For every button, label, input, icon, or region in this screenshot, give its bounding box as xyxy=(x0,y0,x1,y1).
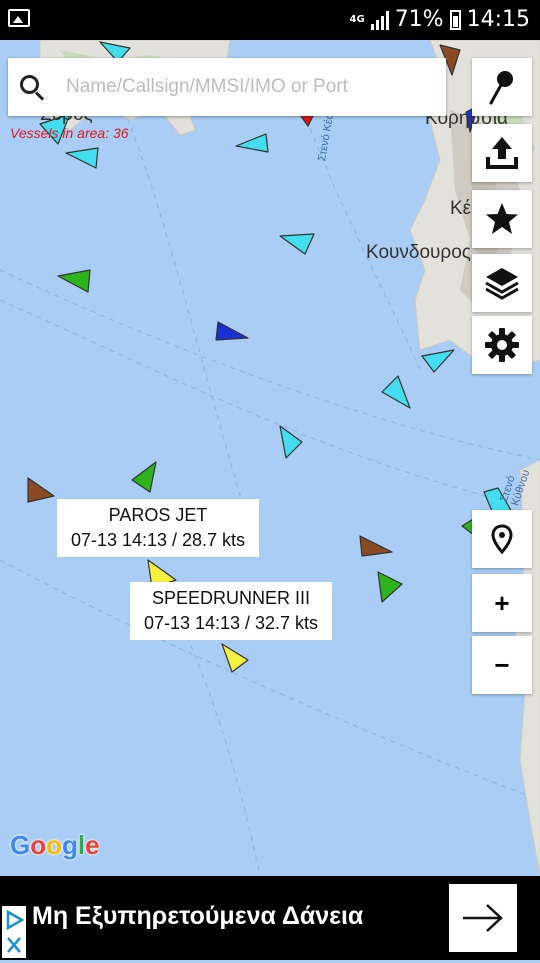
vessel-marker-passenger xyxy=(279,425,303,459)
star-icon xyxy=(486,203,518,234)
ad-title[interactable]: Μη Εξυπηρετούμενα Δάνεια xyxy=(32,902,363,931)
vessel-marker-cargo xyxy=(57,269,91,293)
vessel-marker-passenger xyxy=(421,349,455,373)
ad-open-button[interactable] xyxy=(449,884,517,952)
arrow-right-icon xyxy=(463,904,503,932)
settings-button[interactable] xyxy=(472,316,532,374)
zoom-out-button[interactable]: − xyxy=(472,636,532,694)
my-location-button[interactable] xyxy=(472,510,532,568)
vessel-marker-cargo xyxy=(131,461,157,493)
vessel-marker-passenger xyxy=(235,133,269,153)
layers-icon xyxy=(485,268,519,300)
gear-icon xyxy=(485,328,519,362)
vessel-name: PAROS JET xyxy=(108,505,208,525)
search-icon[interactable] xyxy=(8,58,64,116)
ad-choices[interactable] xyxy=(2,906,26,958)
vessel-label-paros-jet[interactable]: PAROS JET 07-13 14:13 / 28.7 kts xyxy=(57,499,259,557)
vessel-label-speedrunner-iii[interactable]: SPEEDRUNNER III 07-13 14:13 / 32.7 kts xyxy=(130,582,332,640)
share-upload-icon xyxy=(486,137,518,169)
battery-icon xyxy=(449,9,461,30)
vessel-info: 07-13 14:13 / 28.7 kts xyxy=(70,530,246,550)
place-label-koundouros: Κουνδουρος xyxy=(366,242,471,263)
zoom-in-button[interactable]: + xyxy=(472,574,532,632)
network-type: 4G xyxy=(349,13,365,25)
search-bar[interactable] xyxy=(8,58,446,116)
vessel-marker-passenger xyxy=(381,375,411,409)
map-view[interactable]: Σύρος Κορησσία Κέα Κουνδουρος Στενό Κέας… xyxy=(0,40,540,876)
ad-banner[interactable]: Μη Εξυπηρετούμενα Δάνεια xyxy=(0,876,540,960)
google-logo: Google xyxy=(10,830,100,860)
battery-percent: 71% xyxy=(394,7,444,32)
vessel-marker-cargo xyxy=(377,571,403,603)
vessel-marker-passenger xyxy=(65,147,99,169)
vessel-marker-tanker xyxy=(359,535,393,557)
pin-icon xyxy=(489,71,513,105)
signal-icon xyxy=(370,10,389,30)
map-canvas xyxy=(0,40,540,876)
ad-choices-icon xyxy=(6,909,25,953)
status-bar: 4G 71% 14:15 xyxy=(0,0,540,40)
vessel-name: SPEEDRUNNER III xyxy=(151,588,311,608)
vessel-marker-tanker xyxy=(27,477,55,503)
favorites-button[interactable] xyxy=(472,190,532,248)
vessel-marker-passenger xyxy=(279,233,315,255)
clock: 14:15 xyxy=(466,7,530,32)
search-input[interactable] xyxy=(64,75,438,99)
layers-button[interactable] xyxy=(472,254,532,312)
vessel-marker-tug xyxy=(215,321,249,341)
gallery-notification-icon xyxy=(8,9,30,27)
vessel-marker-highspeed xyxy=(221,643,249,673)
vessels-in-area-count: Vessels in area: 36 xyxy=(10,125,129,141)
location-pin-icon xyxy=(491,524,513,554)
pin-button[interactable] xyxy=(472,58,532,116)
vessel-info: 07-13 14:13 / 32.7 kts xyxy=(143,613,319,633)
share-button[interactable] xyxy=(472,124,532,182)
